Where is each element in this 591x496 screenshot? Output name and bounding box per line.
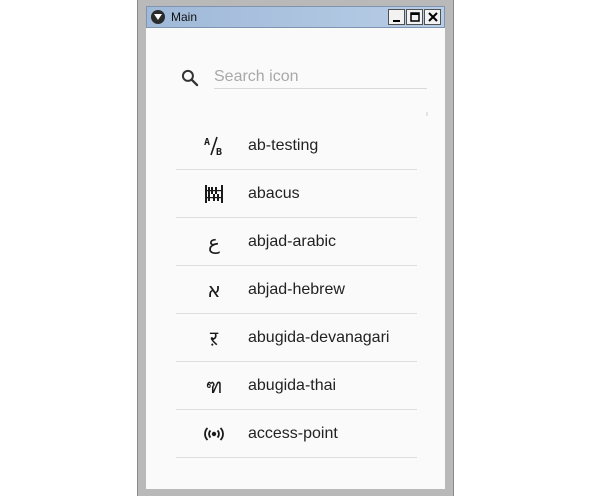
svg-text:B: B	[216, 147, 222, 157]
app-logo-icon	[151, 10, 165, 24]
maximize-icon	[409, 12, 420, 22]
abacus-icon	[202, 183, 226, 205]
scrollbar[interactable]	[426, 112, 428, 116]
app-window: Main A B	[137, 0, 454, 496]
list-item[interactable]: ع abjad-arabic	[176, 218, 417, 266]
icon-list: A B ab-testing abacus ع abjad-arabic א a…	[176, 122, 417, 458]
minimize-button[interactable]	[388, 9, 405, 25]
item-label: access-point	[248, 425, 338, 442]
window-title: Main	[171, 10, 198, 24]
access-point-icon	[202, 423, 226, 445]
minimize-icon	[393, 19, 400, 22]
item-label: abjad-hebrew	[248, 281, 345, 298]
maximize-button[interactable]	[406, 9, 423, 25]
item-label: abugida-thai	[248, 377, 337, 394]
title-bar[interactable]: Main	[146, 6, 445, 28]
content-area: A B ab-testing	[146, 28, 445, 489]
item-label: abjad-arabic	[248, 233, 337, 250]
list-item[interactable]: A B ab-testing	[176, 122, 417, 170]
list-item[interactable]: access-point	[176, 410, 417, 458]
list-item[interactable]: abacus	[176, 170, 417, 218]
item-label: abugida-devanagari	[248, 329, 390, 346]
abjad-hebrew-icon: א	[207, 278, 221, 302]
abjad-arabic-icon: ع	[208, 230, 220, 254]
svg-text:A: A	[204, 137, 210, 148]
ab-testing-icon: A B	[202, 135, 226, 157]
list-item[interactable]: ฑ abugida-thai	[176, 362, 417, 410]
search-input[interactable]	[214, 66, 427, 89]
list-item[interactable]: ऱ abugida-devanagari	[176, 314, 417, 362]
abugida-thai-icon: ฑ	[205, 374, 223, 398]
search-icon	[181, 69, 199, 87]
item-label: ab-testing	[248, 137, 319, 154]
abugida-devanagari-icon: ऱ	[209, 326, 219, 350]
close-icon	[427, 12, 438, 22]
item-label: abacus	[248, 185, 300, 202]
list-item[interactable]: א abjad-hebrew	[176, 266, 417, 314]
close-button[interactable]	[424, 9, 441, 25]
